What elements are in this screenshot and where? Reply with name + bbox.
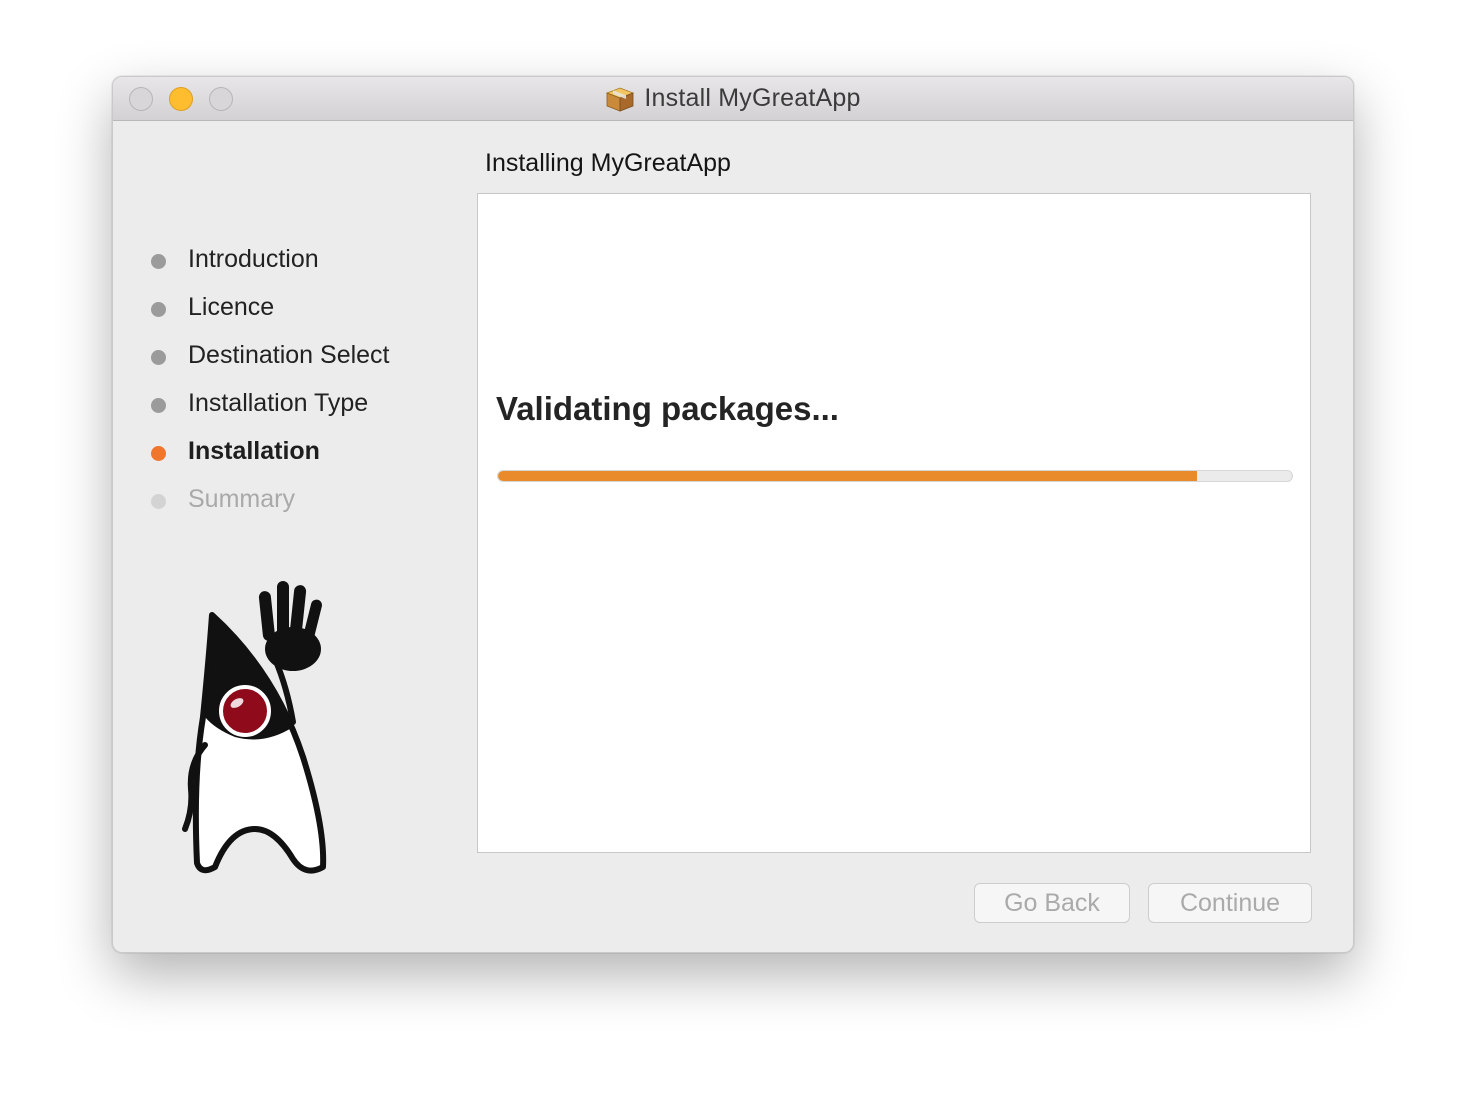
installer-steps: Introduction Licence Destination Select …	[151, 235, 390, 523]
step-label: Installation Type	[188, 388, 369, 417]
step-bullet	[151, 253, 166, 269]
pane-title: Installing MyGreatApp	[485, 149, 731, 177]
step-label: Introduction	[188, 244, 319, 273]
step-label: Installation	[188, 436, 320, 465]
step-label: Licence	[188, 292, 275, 321]
progress-fill	[498, 471, 1197, 481]
step-bullet	[151, 397, 166, 413]
java-duke-mascot	[182, 581, 327, 874]
step-summary: Summary	[151, 475, 390, 523]
step-bullet-current	[151, 445, 166, 461]
installer-window: Install MyGreatApp Installing MyGreatApp…	[112, 76, 1354, 953]
window-title: Install MyGreatApp	[644, 84, 861, 112]
package-icon	[606, 87, 635, 112]
step-label: Summary	[188, 484, 295, 513]
status-text: Validating packages...	[496, 390, 839, 427]
step-introduction: Introduction	[151, 235, 390, 283]
title-bar[interactable]: Install MyGreatApp	[113, 77, 1353, 121]
installation-panel: Validating packages...	[477, 193, 1311, 853]
window-title-group: Install MyGreatApp	[113, 77, 1353, 120]
step-destination-select: Destination Select	[151, 331, 390, 379]
step-installation: Installation	[151, 427, 390, 475]
step-bullet	[151, 349, 166, 365]
step-licence: Licence	[151, 283, 390, 331]
step-label: Destination Select	[188, 340, 390, 369]
progress-bar	[497, 470, 1293, 482]
step-bullet-pending	[151, 493, 166, 509]
step-bullet	[151, 301, 166, 317]
continue-button[interactable]: Continue	[1148, 883, 1312, 923]
go-back-button[interactable]: Go Back	[974, 883, 1130, 923]
step-installation-type: Installation Type	[151, 379, 390, 427]
